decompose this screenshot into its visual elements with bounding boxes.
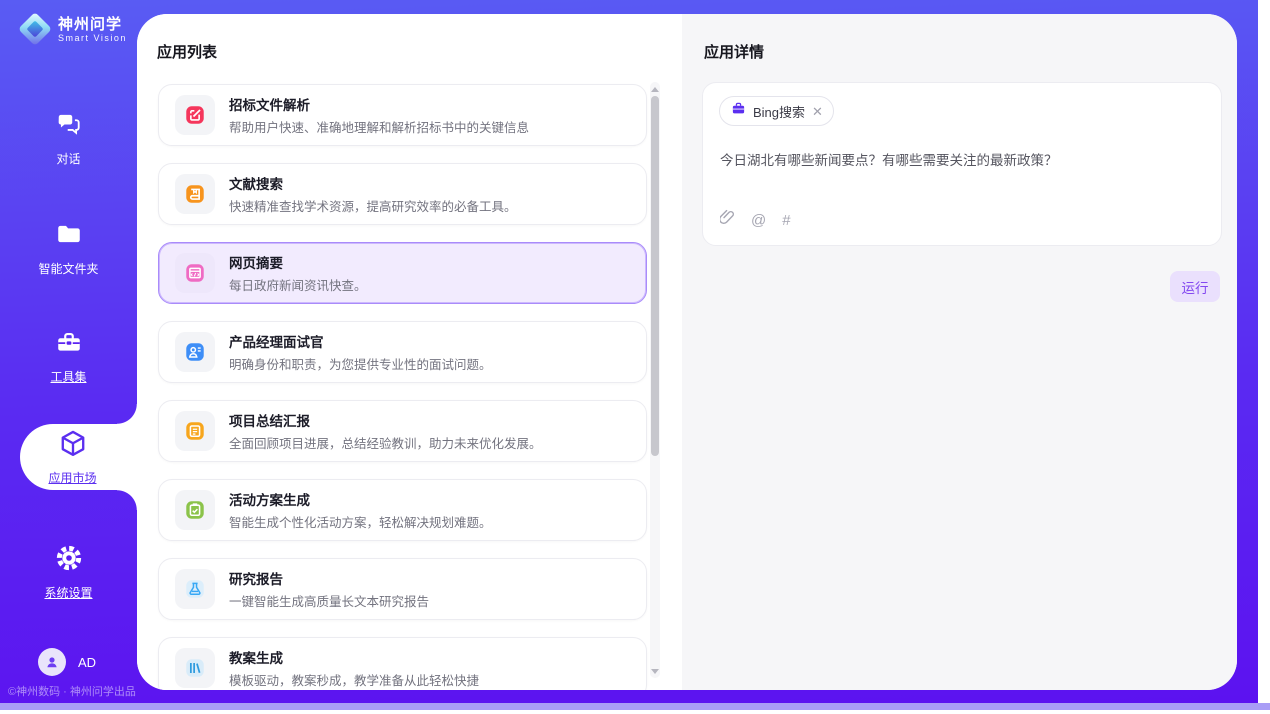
bottom-stripe	[0, 703, 1270, 710]
sidebar-item-smart-folder[interactable]: 智能文件夹	[0, 220, 137, 277]
composer-toolbar: @ #	[720, 209, 791, 231]
tool-chip-label: Bing搜索	[753, 102, 805, 121]
app-description: 全面回顾项目进展，总结经验教训，助力未来优化发展。	[229, 433, 542, 452]
app-name: 产品经理面试官	[229, 331, 492, 351]
sidebar-item-label: 智能文件夹	[38, 260, 98, 277]
app-description: 一键智能生成高质量长文本研究报告	[229, 591, 429, 610]
sidebar: 神州问学 Smart Vision 对话 智能文件夹	[0, 0, 137, 703]
briefcase-icon	[731, 101, 746, 121]
user-account[interactable]: AD	[38, 648, 96, 676]
sidebar-item-label: 工具集	[50, 368, 86, 385]
app-list-panel: 应用列表 招标文件解析 帮助用户快速、准确地理解和解析招标书中的关键信息	[137, 14, 682, 690]
sidebar-item-toolset[interactable]: 工具集	[0, 328, 137, 385]
app-description: 明确身份和职责，为您提供专业性的面试问题。	[229, 354, 492, 373]
chat-icon	[55, 110, 83, 143]
scroll-up-arrow-icon[interactable]	[650, 84, 660, 94]
folder-icon	[55, 220, 83, 253]
clipboard-check-icon	[175, 490, 215, 530]
sidebar-item-label: 系统设置	[44, 584, 92, 601]
app-list-title: 应用列表	[157, 41, 217, 62]
app-name: 活动方案生成	[229, 489, 492, 509]
content-surface: 应用列表 招标文件解析 帮助用户快速、准确地理解和解析招标书中的关键信息	[137, 14, 1237, 690]
interviewer-icon	[175, 332, 215, 372]
book-icon	[175, 174, 215, 214]
app-card-list: 招标文件解析 帮助用户快速、准确地理解和解析招标书中的关键信息 文献搜索	[158, 84, 647, 690]
attachment-icon[interactable]	[720, 209, 735, 231]
app-name: 网页摘要	[229, 252, 367, 272]
sidebar-item-label: 应用市场	[48, 469, 96, 486]
sidebar-item-settings[interactable]: 系统设置	[0, 544, 137, 601]
app-name: 项目总结汇报	[229, 410, 542, 430]
cube-icon	[63, 428, 95, 465]
app-card-activity-plan[interactable]: 活动方案生成 智能生成个性化活动方案，轻松解决规划难题。	[158, 479, 647, 541]
app-card-tender-analysis[interactable]: 招标文件解析 帮助用户快速、准确地理解和解析招标书中的关键信息	[158, 84, 647, 146]
user-avatar-icon	[38, 648, 66, 676]
app-description: 智能生成个性化活动方案，轻松解决规划难题。	[229, 512, 492, 531]
scroll-down-arrow-icon[interactable]	[650, 666, 660, 676]
gear-icon	[55, 544, 83, 577]
sidebar-item-label: 对话	[56, 150, 80, 167]
app-name: 教案生成	[229, 647, 479, 667]
report-note-icon	[175, 411, 215, 451]
user-name: AD	[78, 655, 96, 670]
app-description: 每日政府新闻资讯快查。	[229, 275, 367, 294]
brand-subtitle: Smart Vision	[58, 33, 127, 43]
books-icon	[175, 648, 215, 688]
app-card-webpage-summary[interactable]: 网页摘要 每日政府新闻资讯快查。	[158, 242, 647, 304]
app-window: 神州问学 Smart Vision 对话 智能文件夹	[0, 0, 1270, 714]
edit-doc-icon	[175, 95, 215, 135]
app-name: 招标文件解析	[229, 94, 529, 114]
tool-chip-bing-search[interactable]: Bing搜索 ✕	[719, 96, 834, 126]
query-input[interactable]: 今日湖北有哪些新闻要点？有哪些需要关注的最新政策？	[720, 151, 1200, 171]
sidebar-item-app-market[interactable]: 应用市场	[20, 424, 137, 490]
brand-title: 神州问学	[58, 16, 127, 33]
copyright-text: ©神州数码 · 神州问学出品	[8, 683, 137, 699]
app-card-project-summary[interactable]: 项目总结汇报 全面回顾项目进展，总结经验教训，助力未来优化发展。	[158, 400, 647, 462]
app-list-scrollbar	[650, 82, 660, 678]
app-card-research-report[interactable]: 研究报告 一键智能生成高质量长文本研究报告	[158, 558, 647, 620]
app-detail-title: 应用详情	[704, 41, 764, 62]
scrollbar-thumb[interactable]	[651, 96, 659, 456]
app-card-literature-search[interactable]: 文献搜索 快速精准查找学术资源，提高研究效率的必备工具。	[158, 163, 647, 225]
composer-card: Bing搜索 ✕ 今日湖北有哪些新闻要点？有哪些需要关注的最新政策？ @ #	[702, 82, 1222, 246]
app-detail-panel: 应用详情 Bing搜索 ✕ 今日湖北有哪些新闻要点？有哪些需要关注的最新政策？	[682, 14, 1237, 690]
app-description: 模板驱动，教案秒成，教学准备从此轻松快捷	[229, 670, 479, 689]
run-button[interactable]: 运行	[1170, 271, 1220, 302]
brand-logo: 神州问学 Smart Vision	[20, 14, 127, 44]
browser-code-icon	[175, 253, 215, 293]
research-flask-icon	[175, 569, 215, 609]
app-description: 帮助用户快速、准确地理解和解析招标书中的关键信息	[229, 117, 529, 136]
mention-icon[interactable]: @	[751, 212, 766, 229]
app-description: 快速精准查找学术资源，提高研究效率的必备工具。	[229, 196, 517, 215]
diamond-logo-icon	[20, 14, 50, 44]
sidebar-item-chat[interactable]: 对话	[0, 110, 137, 167]
close-icon[interactable]: ✕	[812, 105, 823, 118]
app-card-pm-interviewer[interactable]: 产品经理面试官 明确身份和职责，为您提供专业性的面试问题。	[158, 321, 647, 383]
toolbox-icon	[55, 328, 83, 361]
hash-icon[interactable]: #	[782, 212, 790, 229]
app-card-lesson-plan[interactable]: 教案生成 模板驱动，教案秒成，教学准备从此轻松快捷	[158, 637, 647, 690]
app-name: 研究报告	[229, 568, 429, 588]
app-name: 文献搜索	[229, 173, 517, 193]
